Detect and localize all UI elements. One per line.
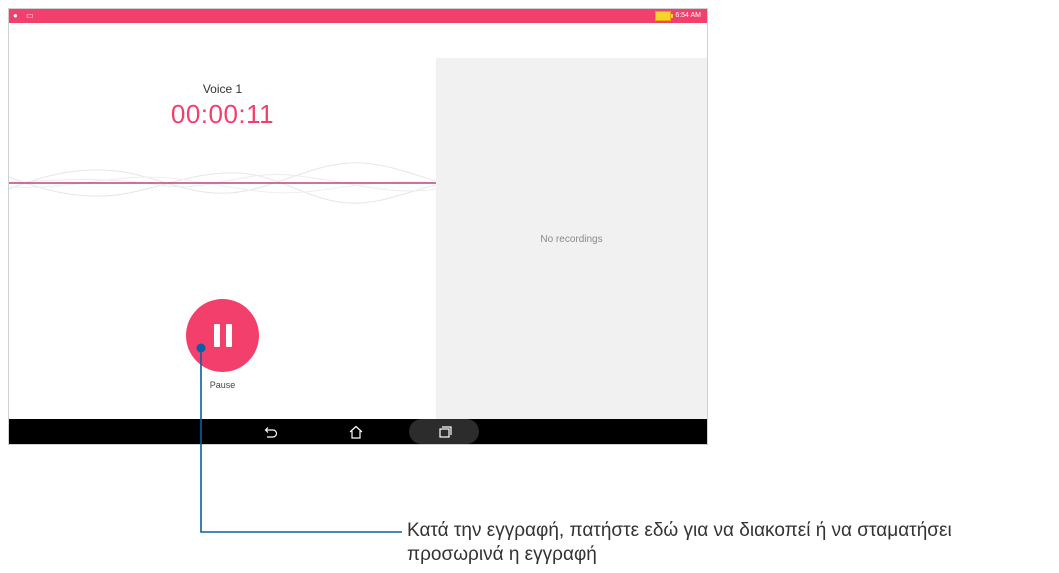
recent-apps-button[interactable] <box>434 419 456 444</box>
status-time: 6:54 AM <box>675 12 701 19</box>
recording-name: Voice 1 <box>202 82 243 96</box>
home-button[interactable] <box>345 419 367 444</box>
pause-label: Pause <box>209 380 236 390</box>
back-button[interactable] <box>259 419 281 444</box>
device-screen: ● ▭ 6:54 AM Voice 1 00:00:11 Pause No re… <box>8 8 708 445</box>
recordings-list: No recordings <box>436 58 707 419</box>
status-bar: ● ▭ 6:54 AM <box>9 9 707 23</box>
recorder-pane: Voice 1 00:00:11 Pause <box>9 23 436 419</box>
battery-icon <box>655 11 674 21</box>
recording-timer: 00:00:11 <box>170 99 275 129</box>
empty-state-text: No recordings <box>540 234 603 245</box>
pause-button[interactable] <box>186 299 259 372</box>
recent-apps-icon <box>439 425 452 438</box>
back-icon <box>264 426 278 438</box>
waveform <box>9 162 436 204</box>
navigation-bar <box>9 419 707 444</box>
pause-icon <box>214 324 220 347</box>
record-indicator-icon: ● <box>13 11 18 20</box>
message-icon: ▭ <box>26 11 34 20</box>
home-icon <box>349 425 363 439</box>
callout-text: Κατά την εγγραφή, πατήστε εδώ για να δια… <box>407 520 952 565</box>
